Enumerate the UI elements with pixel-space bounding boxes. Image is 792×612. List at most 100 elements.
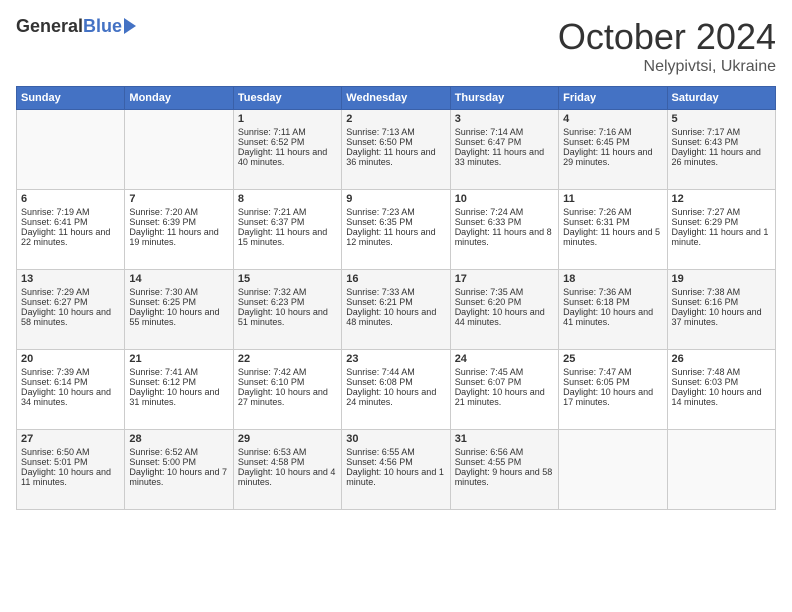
daylight-text: Daylight: 11 hours and 29 minutes.	[563, 147, 652, 167]
day-number: 3	[455, 113, 554, 125]
table-row: 23 Sunrise: 7:44 AM Sunset: 6:08 PM Dayl…	[342, 350, 450, 430]
day-number: 11	[563, 193, 662, 205]
sunset-text: Sunset: 6:08 PM	[346, 377, 413, 387]
header-row: Sunday Monday Tuesday Wednesday Thursday…	[17, 87, 776, 110]
sunrise-text: Sunrise: 7:42 AM	[238, 367, 307, 377]
week-row-4: 20 Sunrise: 7:39 AM Sunset: 6:14 PM Dayl…	[17, 350, 776, 430]
sunrise-text: Sunrise: 7:29 AM	[21, 287, 90, 297]
day-number: 31	[455, 433, 554, 445]
daylight-text: Daylight: 10 hours and 17 minutes.	[563, 387, 653, 407]
table-row: 10 Sunrise: 7:24 AM Sunset: 6:33 PM Dayl…	[450, 190, 558, 270]
day-number: 16	[346, 273, 445, 285]
day-number: 15	[238, 273, 337, 285]
table-row: 6 Sunrise: 7:19 AM Sunset: 6:41 PM Dayli…	[17, 190, 125, 270]
sunrise-text: Sunrise: 6:52 AM	[129, 447, 198, 457]
col-friday: Friday	[559, 87, 667, 110]
table-row: 26 Sunrise: 7:48 AM Sunset: 6:03 PM Dayl…	[667, 350, 775, 430]
table-row: 29 Sunrise: 6:53 AM Sunset: 4:58 PM Dayl…	[233, 430, 341, 510]
table-row: 18 Sunrise: 7:36 AM Sunset: 6:18 PM Dayl…	[559, 270, 667, 350]
col-thursday: Thursday	[450, 87, 558, 110]
sunset-text: Sunset: 6:07 PM	[455, 377, 522, 387]
sunrise-text: Sunrise: 6:50 AM	[21, 447, 90, 457]
day-number: 9	[346, 193, 445, 205]
sunset-text: Sunset: 6:03 PM	[672, 377, 739, 387]
sunset-text: Sunset: 6:27 PM	[21, 297, 88, 307]
month-title: October 2024	[558, 16, 776, 58]
daylight-text: Daylight: 10 hours and 31 minutes.	[129, 387, 219, 407]
week-row-5: 27 Sunrise: 6:50 AM Sunset: 5:01 PM Dayl…	[17, 430, 776, 510]
sunrise-text: Sunrise: 7:11 AM	[238, 127, 306, 137]
sunset-text: Sunset: 4:58 PM	[238, 457, 305, 467]
sunrise-text: Sunrise: 7:19 AM	[21, 207, 90, 217]
sunrise-text: Sunrise: 7:48 AM	[672, 367, 741, 377]
daylight-text: Daylight: 10 hours and 55 minutes.	[129, 307, 219, 327]
sunrise-text: Sunrise: 7:21 AM	[238, 207, 307, 217]
sunset-text: Sunset: 6:14 PM	[21, 377, 88, 387]
col-sunday: Sunday	[17, 87, 125, 110]
sunrise-text: Sunrise: 7:26 AM	[563, 207, 632, 217]
daylight-text: Daylight: 10 hours and 24 minutes.	[346, 387, 436, 407]
logo: General Blue	[16, 16, 136, 37]
table-row	[17, 110, 125, 190]
sunrise-text: Sunrise: 7:35 AM	[455, 287, 524, 297]
sunrise-text: Sunrise: 7:32 AM	[238, 287, 307, 297]
daylight-text: Daylight: 10 hours and 37 minutes.	[672, 307, 762, 327]
daylight-text: Daylight: 11 hours and 33 minutes.	[455, 147, 544, 167]
sunset-text: Sunset: 6:41 PM	[21, 217, 88, 227]
daylight-text: Daylight: 11 hours and 40 minutes.	[238, 147, 327, 167]
day-number: 23	[346, 353, 445, 365]
table-row: 21 Sunrise: 7:41 AM Sunset: 6:12 PM Dayl…	[125, 350, 233, 430]
table-row: 25 Sunrise: 7:47 AM Sunset: 6:05 PM Dayl…	[559, 350, 667, 430]
sunset-text: Sunset: 6:18 PM	[563, 297, 630, 307]
day-number: 6	[21, 193, 120, 205]
col-monday: Monday	[125, 87, 233, 110]
day-number: 26	[672, 353, 771, 365]
day-number: 19	[672, 273, 771, 285]
day-number: 14	[129, 273, 228, 285]
sunset-text: Sunset: 6:12 PM	[129, 377, 196, 387]
day-number: 22	[238, 353, 337, 365]
table-row: 27 Sunrise: 6:50 AM Sunset: 5:01 PM Dayl…	[17, 430, 125, 510]
col-saturday: Saturday	[667, 87, 775, 110]
sunset-text: Sunset: 6:10 PM	[238, 377, 305, 387]
table-row: 4 Sunrise: 7:16 AM Sunset: 6:45 PM Dayli…	[559, 110, 667, 190]
sunset-text: Sunset: 6:23 PM	[238, 297, 305, 307]
sunset-text: Sunset: 6:20 PM	[455, 297, 522, 307]
day-number: 18	[563, 273, 662, 285]
daylight-text: Daylight: 10 hours and 21 minutes.	[455, 387, 545, 407]
sunrise-text: Sunrise: 6:56 AM	[455, 447, 524, 457]
sunset-text: Sunset: 6:31 PM	[563, 217, 630, 227]
title-section: October 2024 Nelypivtsi, Ukraine	[558, 16, 776, 76]
sunrise-text: Sunrise: 7:33 AM	[346, 287, 415, 297]
page: General Blue October 2024 Nelypivtsi, Uk…	[0, 0, 792, 612]
sunset-text: Sunset: 6:05 PM	[563, 377, 630, 387]
sunset-text: Sunset: 5:01 PM	[21, 457, 88, 467]
sunrise-text: Sunrise: 7:13 AM	[346, 127, 415, 137]
sunset-text: Sunset: 6:25 PM	[129, 297, 196, 307]
sunrise-text: Sunrise: 7:45 AM	[455, 367, 524, 377]
daylight-text: Daylight: 10 hours and 51 minutes.	[238, 307, 328, 327]
sunrise-text: Sunrise: 7:17 AM	[672, 127, 741, 137]
day-number: 30	[346, 433, 445, 445]
sunrise-text: Sunrise: 6:53 AM	[238, 447, 307, 457]
sunset-text: Sunset: 6:47 PM	[455, 137, 522, 147]
sunset-text: Sunset: 4:55 PM	[455, 457, 522, 467]
table-row: 28 Sunrise: 6:52 AM Sunset: 5:00 PM Dayl…	[125, 430, 233, 510]
sunset-text: Sunset: 6:39 PM	[129, 217, 196, 227]
sunset-text: Sunset: 4:56 PM	[346, 457, 413, 467]
sunrise-text: Sunrise: 6:55 AM	[346, 447, 415, 457]
table-row	[667, 430, 775, 510]
table-row: 14 Sunrise: 7:30 AM Sunset: 6:25 PM Dayl…	[125, 270, 233, 350]
table-row: 13 Sunrise: 7:29 AM Sunset: 6:27 PM Dayl…	[17, 270, 125, 350]
logo-general-text: General	[16, 16, 83, 37]
daylight-text: Daylight: 10 hours and 4 minutes.	[238, 467, 336, 487]
table-row: 12 Sunrise: 7:27 AM Sunset: 6:29 PM Dayl…	[667, 190, 775, 270]
daylight-text: Daylight: 10 hours and 27 minutes.	[238, 387, 328, 407]
sunset-text: Sunset: 6:43 PM	[672, 137, 739, 147]
day-number: 8	[238, 193, 337, 205]
daylight-text: Daylight: 11 hours and 12 minutes.	[346, 227, 435, 247]
daylight-text: Daylight: 9 hours and 58 minutes.	[455, 467, 553, 487]
daylight-text: Daylight: 10 hours and 44 minutes.	[455, 307, 545, 327]
day-number: 5	[672, 113, 771, 125]
sunrise-text: Sunrise: 7:39 AM	[21, 367, 90, 377]
